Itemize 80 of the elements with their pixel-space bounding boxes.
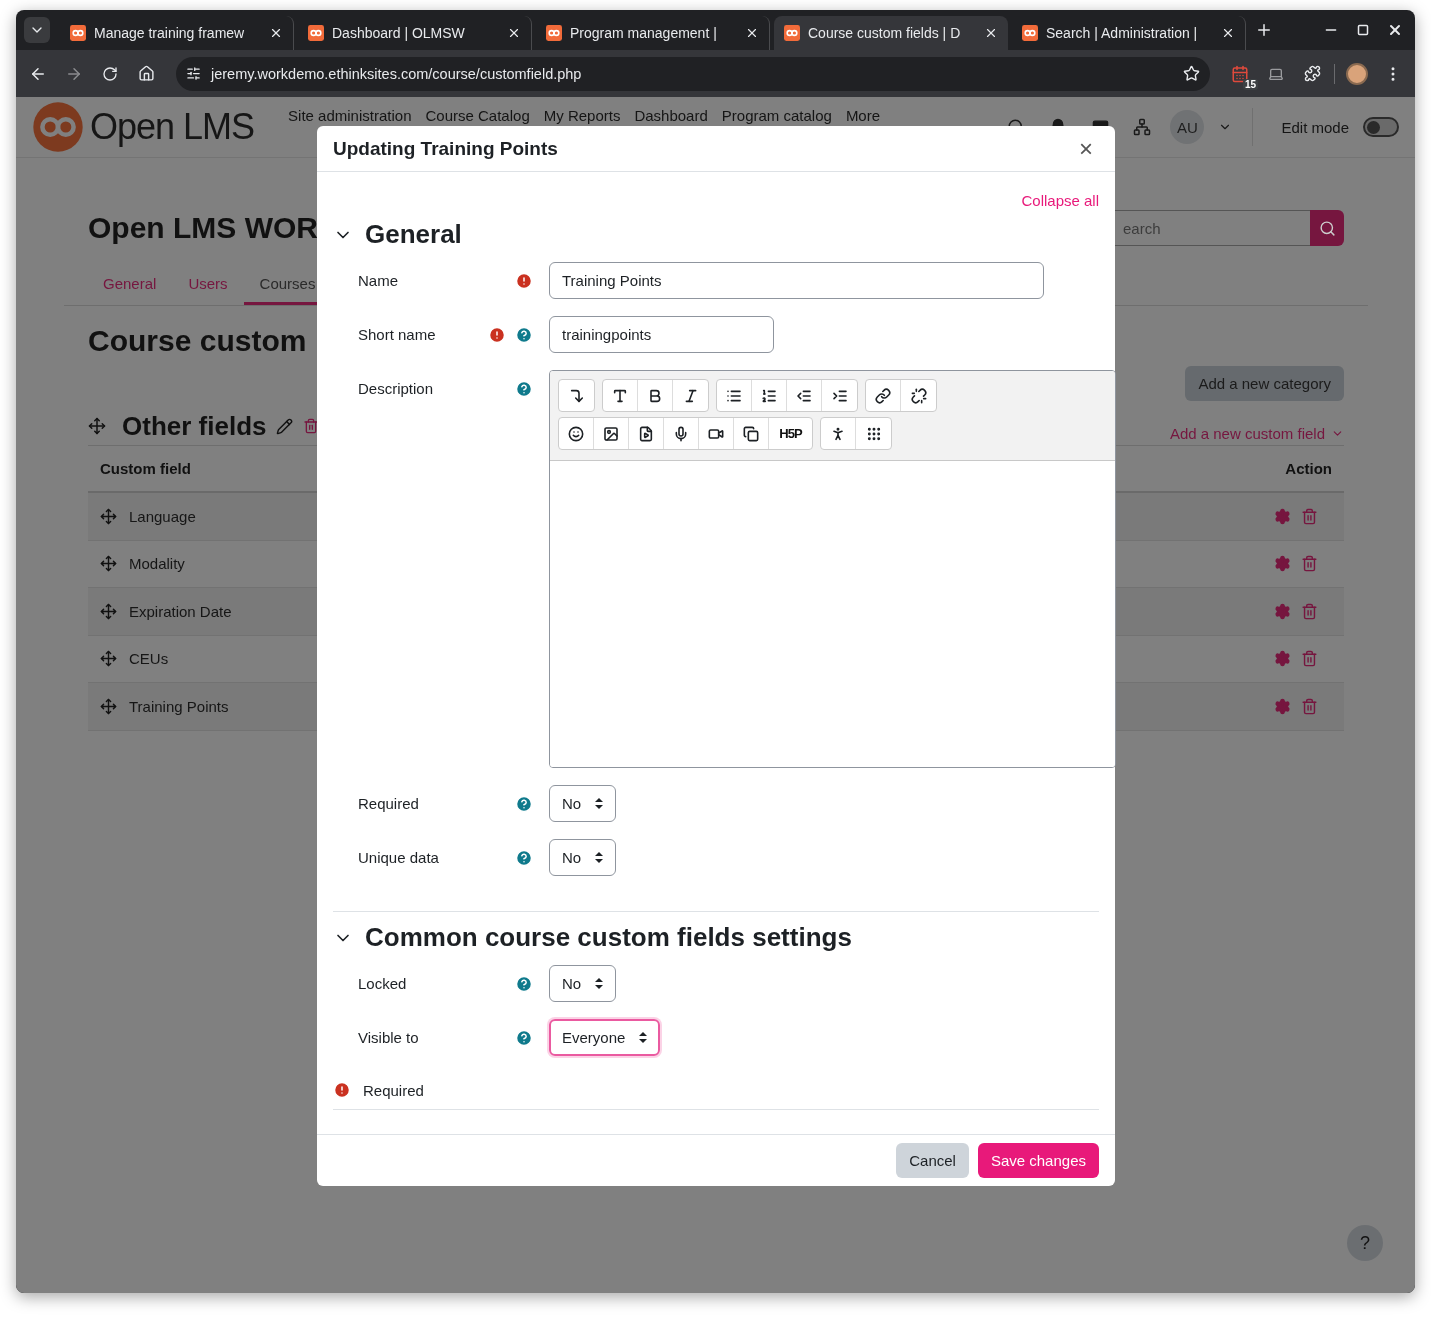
help-icon[interactable] <box>515 794 533 813</box>
tab-list-button[interactable] <box>24 17 50 43</box>
edit-mode-toggle[interactable] <box>1363 117 1399 137</box>
collapse-all-link[interactable]: Collapse all <box>1021 192 1099 210</box>
field-label: Locked <box>358 974 408 995</box>
trash-icon[interactable] <box>303 418 320 434</box>
field-label: Description <box>358 379 435 400</box>
help-icon[interactable] <box>515 848 533 867</box>
sort-icon <box>639 1032 648 1044</box>
favicon-icon <box>308 25 324 41</box>
close-icon[interactable] <box>984 26 998 40</box>
nav-link[interactable]: Site administration <box>288 107 412 124</box>
save-button[interactable]: Save changes <box>977 1143 1099 1179</box>
nav-link[interactable]: Course Catalog <box>425 107 530 124</box>
section-heading: Course custom <box>88 324 307 358</box>
field-label: Unique data <box>358 848 440 869</box>
text-editor[interactable]: H5P <box>549 370 1116 769</box>
select-field[interactable]: No <box>549 965 617 1003</box>
logo-icon <box>32 101 84 153</box>
table-cell: Training Points <box>129 697 229 715</box>
search-button[interactable] <box>1310 210 1344 246</box>
nav-link[interactable]: Program catalog <box>721 107 832 124</box>
help-icon[interactable] <box>515 1028 533 1047</box>
category-name: Other fields <box>122 410 267 442</box>
close-icon[interactable] <box>507 26 521 40</box>
address-bar[interactable]: jeremy.workdemo.ethinksites.com/course/customfield.php <box>176 56 1210 91</box>
favicon-icon <box>1022 25 1038 41</box>
close-icon[interactable] <box>269 26 283 40</box>
field-label: Required <box>358 794 420 815</box>
column-header: Custom field <box>100 460 191 477</box>
sort-icon <box>595 852 604 864</box>
browser-tab[interactable]: Course custom fields | D <box>774 16 1008 50</box>
table-cell: Expiration Date <box>129 602 232 620</box>
cancel-button[interactable]: Cancel <box>896 1143 969 1179</box>
required-icon <box>333 1081 351 1100</box>
sort-icon <box>595 978 604 990</box>
help-icon[interactable] <box>515 325 533 344</box>
nav-link[interactable]: More <box>845 107 881 124</box>
field-label: Short name <box>358 325 437 346</box>
section-title: General <box>365 219 462 251</box>
close-icon[interactable] <box>745 26 759 40</box>
table-cell: Modality <box>129 555 185 573</box>
move-icon[interactable] <box>100 507 117 525</box>
select-field[interactable]: Everyone <box>549 1019 661 1057</box>
favicon-icon <box>70 25 86 41</box>
field-label: Name <box>358 271 399 292</box>
required-note: Required <box>363 1081 424 1099</box>
h5p-button[interactable]: H5P <box>769 418 812 450</box>
move-icon[interactable] <box>88 417 106 435</box>
section-title: Common course custom fields settings <box>365 922 852 954</box>
move-icon[interactable] <box>100 650 117 668</box>
select-field[interactable]: No <box>549 839 617 877</box>
text-field[interactable]: Training Points <box>549 262 1044 300</box>
close-button[interactable]: × <box>1075 134 1097 163</box>
table-cell: Language <box>129 507 196 525</box>
nav-link[interactable]: My Reports <box>543 107 621 124</box>
help-button[interactable]: ? <box>1347 1225 1383 1261</box>
site-settings-icon[interactable] <box>186 66 201 81</box>
logo-text: Open LMS <box>90 106 255 148</box>
move-icon[interactable] <box>100 697 117 715</box>
select-field[interactable]: No <box>549 785 617 823</box>
sort-icon <box>595 798 604 810</box>
help-icon[interactable] <box>515 974 533 993</box>
search-icon[interactable] <box>1318 219 1336 237</box>
move-icon[interactable] <box>100 555 117 573</box>
help-icon[interactable] <box>515 379 533 398</box>
dialog-title: Updating Training Points <box>333 137 558 160</box>
bookmark-star-icon[interactable] <box>1183 65 1200 82</box>
favicon-icon <box>784 25 800 41</box>
page-title: Open LMS WOR <box>88 211 318 245</box>
column-header: Action <box>1285 460 1332 477</box>
field-label: Visible to <box>358 1028 420 1049</box>
move-icon[interactable] <box>100 602 117 620</box>
favicon-icon <box>546 25 562 41</box>
table-cell: CEUs <box>129 650 169 668</box>
pencil-icon[interactable] <box>276 417 294 435</box>
edit-mode-label: Edit mode <box>1281 118 1349 136</box>
text-field[interactable]: trainingpoints <box>549 316 774 354</box>
close-icon[interactable] <box>1221 26 1235 40</box>
nav-link[interactable]: Dashboard <box>634 107 708 124</box>
